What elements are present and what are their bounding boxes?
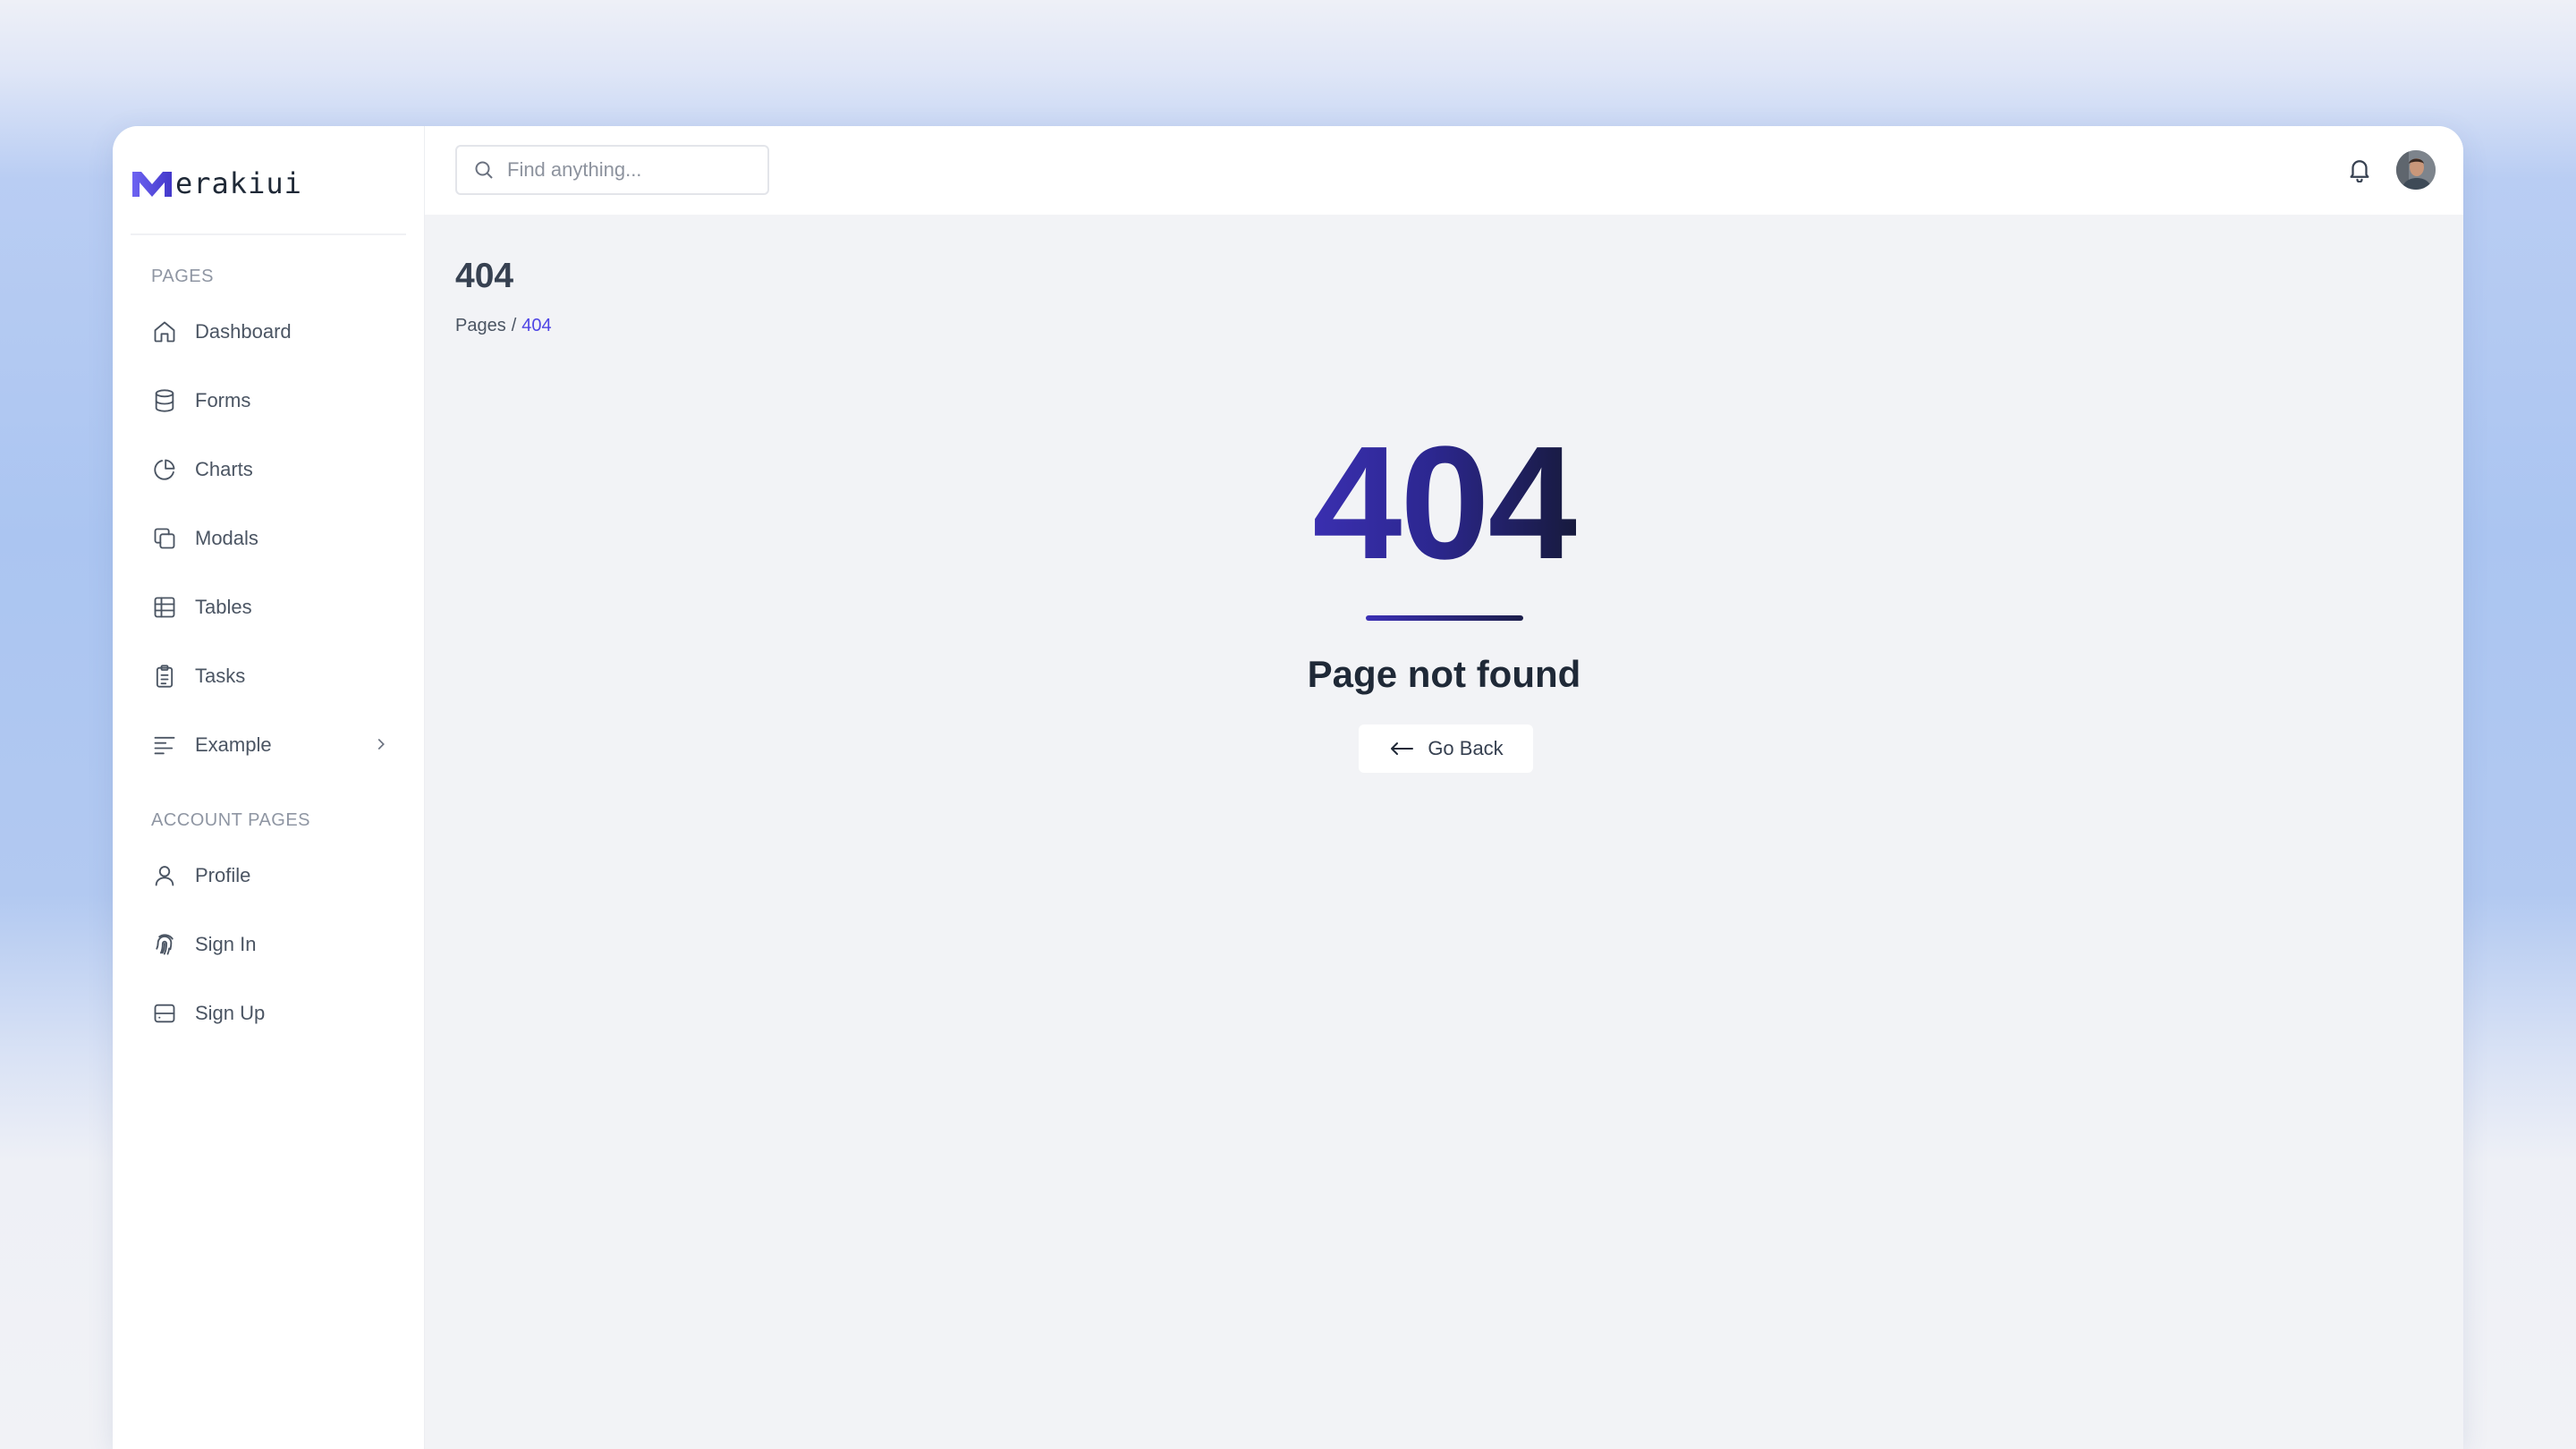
brand-logo[interactable]: erakiui <box>131 166 302 202</box>
app-window: erakiui PAGES Dashboard Forms Charts Mod… <box>113 126 2463 1449</box>
sidebar-divider <box>131 233 406 235</box>
sidebar-item-tables[interactable]: Tables <box>151 586 393 629</box>
user-icon <box>151 862 178 889</box>
sidebar-item-label: Example <box>195 733 272 756</box>
pie-chart-icon <box>151 456 178 483</box>
search-icon <box>475 161 493 179</box>
sidebar-item-label: Tasks <box>195 665 246 687</box>
sidebar-item-label: Sign Up <box>195 1002 266 1024</box>
error-code-text: 404 <box>1312 413 1577 593</box>
sidebar-item-label: Dashboard <box>195 320 292 343</box>
database-icon <box>151 387 178 414</box>
server-icon <box>151 1000 178 1027</box>
section-title-account-pages: ACCOUNT PAGES <box>151 810 311 830</box>
arrow-left-icon <box>1391 742 1414 755</box>
sidebar-item-label: Charts <box>195 458 253 480</box>
error-message: Page not found <box>1307 653 1581 695</box>
main-content: 404 Pages/404 404 Page not found Go Back <box>425 215 2463 1449</box>
sidebar-item-example[interactable]: Example <box>151 724 393 767</box>
go-back-label: Go Back <box>1428 737 1504 759</box>
sidebar: erakiui PAGES Dashboard Forms Charts Mod… <box>113 126 425 1449</box>
page-title: 404 <box>455 257 514 295</box>
sidebar-item-label: Modals <box>195 527 258 549</box>
breadcrumb: Pages /404 <box>455 316 552 336</box>
sidebar-item-label: Forms <box>195 389 251 411</box>
fingerprint-icon <box>151 931 178 958</box>
clipboard-icon <box>151 663 178 690</box>
breadcrumb-current: 404 <box>521 316 552 335</box>
align-left-icon <box>151 732 178 758</box>
search-input[interactable] <box>507 158 749 182</box>
breadcrumb-separator: / <box>511 316 517 335</box>
sidebar-item-sign-in[interactable]: Sign In <box>151 923 393 966</box>
table-icon <box>151 594 178 621</box>
sidebar-item-charts[interactable]: Charts <box>151 448 393 491</box>
error-divider <box>1366 615 1523 621</box>
chevron-right-icon[interactable] <box>371 734 393 756</box>
sidebar-item-label: Tables <box>195 596 252 618</box>
sidebar-item-forms[interactable]: Forms <box>151 379 393 422</box>
sidebar-item-tasks[interactable]: Tasks <box>151 655 393 698</box>
m-logo-icon <box>132 172 172 197</box>
sidebar-item-modals[interactable]: Modals <box>151 517 393 560</box>
copy-icon <box>151 525 178 552</box>
error-code: 404 <box>425 423 2463 584</box>
brand-name: erakiui <box>175 166 302 200</box>
sidebar-item-label: Profile <box>195 864 251 886</box>
top-bar <box>425 126 2463 215</box>
go-back-button[interactable]: Go Back <box>1359 724 1533 773</box>
section-title-pages: PAGES <box>151 267 214 286</box>
sidebar-item-sign-up[interactable]: Sign Up <box>151 992 393 1035</box>
search-box[interactable] <box>455 145 769 195</box>
sidebar-item-profile[interactable]: Profile <box>151 854 393 897</box>
bell-icon[interactable] <box>2346 156 2375 184</box>
breadcrumb-parent[interactable]: Pages <box>455 316 506 335</box>
home-icon <box>151 318 178 345</box>
user-avatar[interactable] <box>2396 150 2436 190</box>
sidebar-item-dashboard[interactable]: Dashboard <box>151 310 393 353</box>
sidebar-item-label: Sign In <box>195 933 257 955</box>
